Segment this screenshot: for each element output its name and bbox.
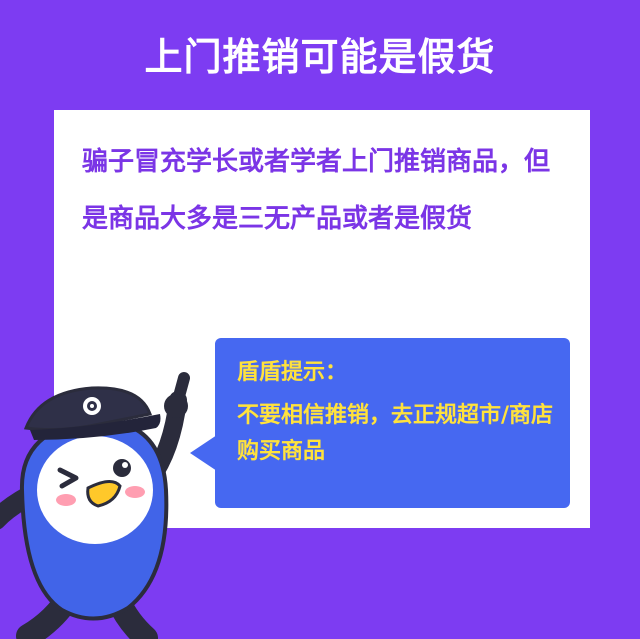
page-title: 上门推销可能是假货 — [144, 35, 496, 79]
tip-speech-bubble: 盾盾提示： 不要相信推销，去正规超市/商店购买商品 — [215, 338, 570, 508]
tip-body: 不要相信推销，去正规超市/商店购买商品 — [237, 403, 554, 464]
card-text: 骗子冒充学长或者学者上门推销商品，但是商品大多是三无产品或者是假货 — [82, 147, 551, 234]
tip-title: 盾盾提示： — [237, 360, 348, 385]
police-mascot-illustration — [0, 372, 190, 639]
poster: 上门推销可能是假货 骗子冒充学长或者学者上门推销商品，但是商品大多是三无产品或者… — [0, 0, 640, 639]
